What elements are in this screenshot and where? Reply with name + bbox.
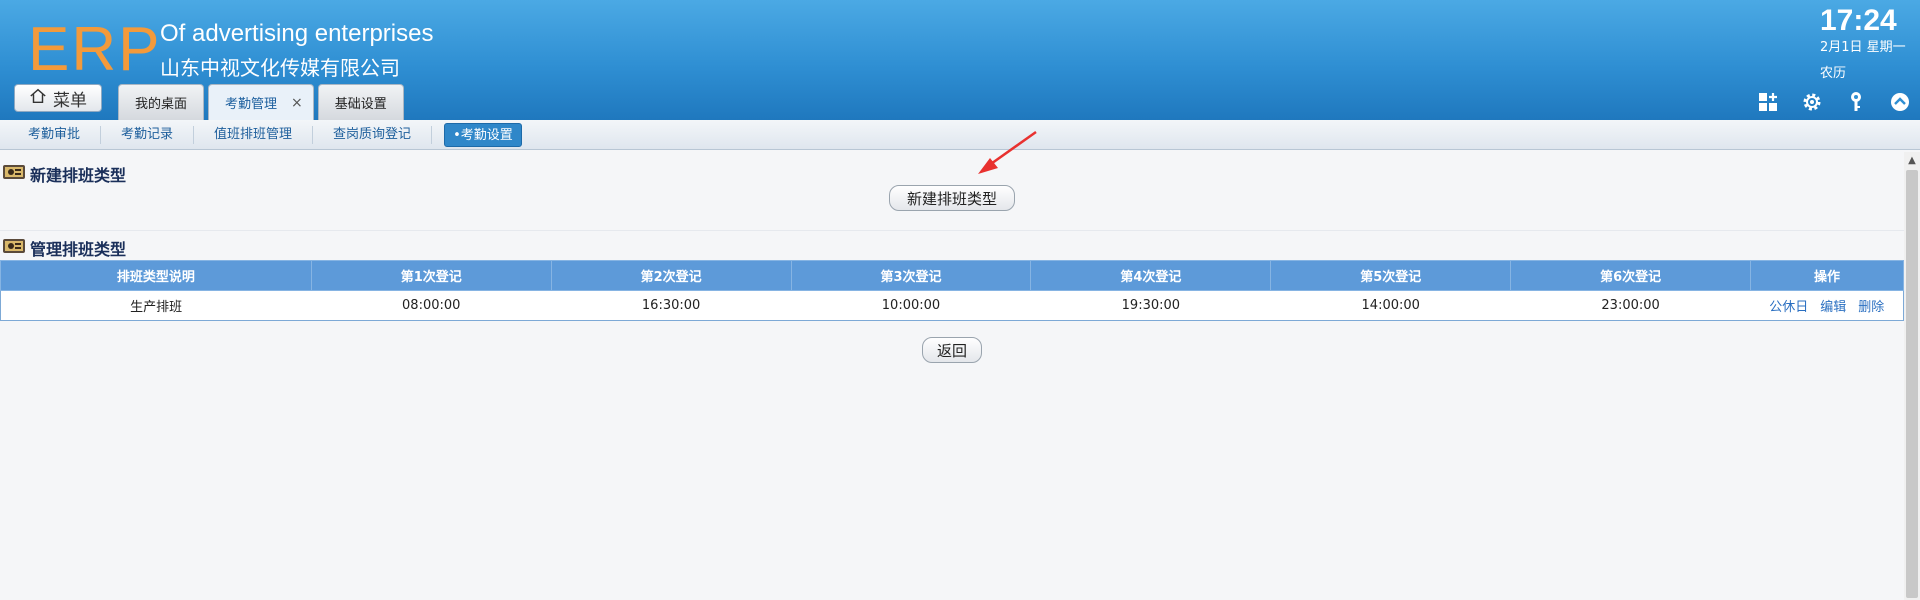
subnav-attendance-settings[interactable]: •考勤设置 — [444, 122, 522, 147]
close-icon[interactable]: × — [291, 95, 303, 111]
menu-label: 菜单 — [53, 90, 87, 111]
column-header: 操作 — [1750, 260, 1904, 291]
vertical-scrollbar[interactable]: ▲ — [1904, 152, 1920, 600]
column-header: 第3次登记 — [790, 260, 1032, 291]
erp-logo: ERP — [28, 15, 162, 84]
edit-link[interactable]: 编辑 — [1820, 300, 1846, 315]
scroll-thumb[interactable] — [1906, 170, 1918, 598]
date-text: 2月1日 星期一 — [1820, 40, 1906, 55]
home-icon — [29, 87, 47, 110]
tab-attendance-management[interactable]: 考勤管理 × — [208, 84, 314, 120]
time-cell: 23:00:00 — [1510, 290, 1751, 321]
column-header: 排班类型说明 — [0, 260, 312, 291]
tab-label: 考勤管理 — [225, 97, 278, 112]
tab-label: 我的桌面 — [135, 97, 188, 112]
section-icon — [2, 237, 26, 259]
subnav-duty-schedule[interactable]: 值班排班管理 — [194, 125, 314, 144]
lunar-calendar-link[interactable]: 农历 — [1820, 62, 1846, 81]
collapse-up-icon[interactable] — [1888, 90, 1912, 114]
time-cell: 14:00:00 — [1270, 290, 1511, 321]
column-header: 第6次登记 — [1510, 260, 1752, 291]
app-header: ERP Of advertising enterprises 山东中视文化传媒有… — [0, 0, 1920, 120]
table-header-row: 排班类型说明 第1次登记 第2次登记 第3次登记 第4次登记 第5次登记 第6次… — [0, 260, 1904, 291]
table-row: 生产排班 08:00:00 16:30:00 10:00:00 19:30:00… — [0, 290, 1904, 321]
section-title-text: 管理排班类型 — [30, 240, 127, 259]
subnav-attendance-approval[interactable]: 考勤审批 — [8, 125, 102, 144]
gear-icon[interactable] — [1800, 90, 1824, 114]
key-icon[interactable] — [1844, 90, 1868, 114]
subnav-attendance-records[interactable]: 考勤记录 — [101, 125, 195, 144]
arrow-annotation — [978, 130, 1037, 174]
sub-navigation: 考勤审批 考勤记录 值班排班管理 查岗质询登记 •考勤设置 — [0, 120, 1920, 150]
time-cell: 16:30:00 — [551, 290, 792, 321]
holiday-link[interactable]: 公休日 — [1769, 300, 1808, 315]
column-header: 第1次登记 — [310, 260, 552, 291]
tab-my-desktop[interactable]: 我的桌面 — [118, 84, 205, 120]
manage-shift-section-title: 管理排班类型 — [2, 236, 126, 260]
time-cell: 19:30:00 — [1030, 290, 1271, 321]
brand-english-name: Of advertising enterprises — [160, 20, 434, 47]
new-shift-section-title: 新建排班类型 — [2, 162, 126, 186]
column-header: 第2次登记 — [550, 260, 792, 291]
brand-chinese-name: 山东中视文化传媒有限公司 — [160, 56, 400, 80]
section-icon — [2, 163, 26, 185]
shift-types-table: 排班类型说明 第1次登记 第2次登记 第3次登记 第4次登记 第5次登记 第6次… — [0, 260, 1904, 321]
time-cell: 08:00:00 — [311, 290, 552, 321]
scroll-up-icon[interactable]: ▲ — [1904, 152, 1920, 168]
back-button[interactable]: 返回 — [922, 337, 982, 363]
add-widget-icon[interactable] — [1756, 90, 1780, 114]
shift-name-cell: 生产排班 — [0, 290, 312, 321]
column-header: 第4次登记 — [1030, 260, 1272, 291]
section-title-text: 新建排班类型 — [30, 166, 127, 185]
tab-basic-settings[interactable]: 基础设置 — [317, 84, 404, 120]
clock-time: 17:24 — [1820, 4, 1897, 37]
actions-cell: 公休日 编辑 删除 — [1750, 290, 1904, 321]
section-divider — [0, 230, 1904, 231]
tab-label: 基础设置 — [334, 97, 387, 112]
time-cell: 10:00:00 — [791, 290, 1031, 321]
top-tabs: 我的桌面 考勤管理 × 基础设置 — [118, 84, 404, 120]
menu-button[interactable]: 菜单 — [14, 84, 102, 112]
subnav-post-inquiry[interactable]: 查岗质询登记 — [313, 125, 433, 144]
new-shift-type-button[interactable]: 新建排班类型 — [889, 185, 1015, 211]
delete-link[interactable]: 删除 — [1858, 300, 1884, 315]
column-header: 第5次登记 — [1270, 260, 1512, 291]
